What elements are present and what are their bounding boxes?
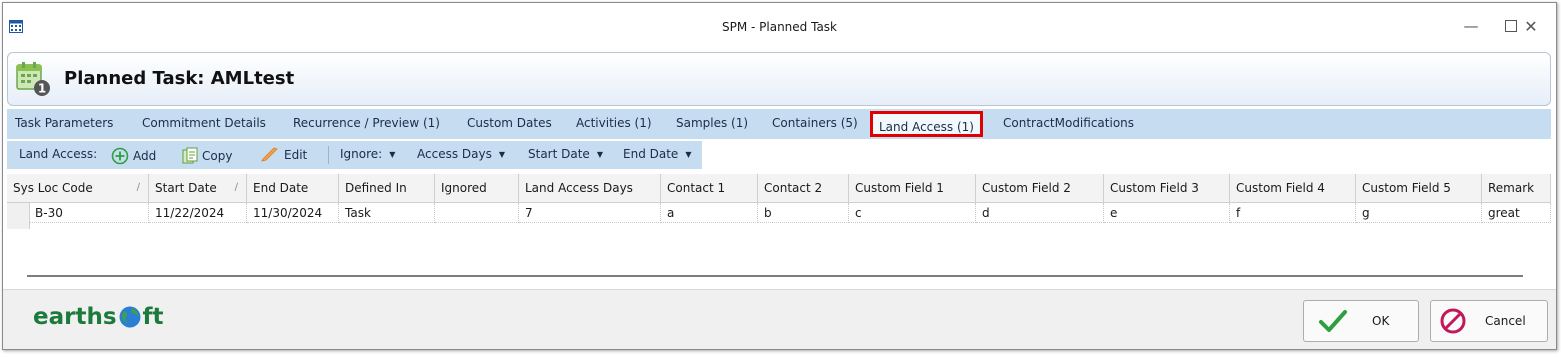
chevron-down-icon: ▼ — [389, 149, 396, 159]
column-header-custom-field-3[interactable]: Custom Field 3 — [1104, 174, 1230, 202]
cell-custom-field-1[interactable]: c — [849, 203, 976, 223]
tab-recurrence-preview[interactable]: Recurrence / Preview (1) — [293, 116, 440, 130]
column-header-start-date[interactable]: Start Date ∕ — [149, 174, 247, 202]
tab-strip: Task Parameters Commitment Details Recur… — [7, 109, 1551, 139]
minimize-button[interactable]: — — [1451, 13, 1491, 39]
add-button[interactable]: Add — [111, 147, 156, 165]
chevron-down-icon: ▼ — [685, 149, 692, 159]
toolbar-section-label: Land Access: — [19, 147, 98, 161]
title-bar: SPM - Planned Task — ✕ — [3, 3, 1556, 49]
grid-header-row: Sys Loc Code ∕ Start Date ∕ End Date Defin… — [7, 174, 1551, 203]
column-header-custom-field-4[interactable]: Custom Field 4 — [1230, 174, 1356, 202]
tab-contract-modifications[interactable]: ContractModifications — [1003, 116, 1134, 130]
cell-custom-field-5[interactable]: g — [1356, 203, 1482, 223]
cell-start-date[interactable]: 11/22/2024 — [149, 203, 247, 223]
cell-end-date[interactable]: 11/30/2024 — [247, 203, 339, 223]
ok-button[interactable]: OK — [1303, 300, 1419, 342]
checkmark-icon — [1319, 310, 1347, 332]
copy-button[interactable]: Copy — [182, 147, 232, 165]
planned-task-calendar-icon: 1 — [16, 62, 50, 96]
tab-samples[interactable]: Samples (1) — [676, 116, 748, 130]
column-header-end-date[interactable]: End Date — [247, 174, 339, 202]
cancel-button[interactable]: Cancel — [1430, 300, 1548, 342]
earthsoft-logo: earths ft — [33, 304, 164, 330]
cell-custom-field-4[interactable]: f — [1230, 203, 1356, 223]
tab-task-parameters[interactable]: Task Parameters — [15, 116, 113, 130]
dialog-footer: earths ft OK Cancel — [3, 289, 1556, 349]
column-header-ignored[interactable]: Ignored — [435, 174, 519, 202]
tab-custom-dates[interactable]: Custom Dates — [467, 116, 552, 130]
tab-land-access[interactable]: Land Access (1) — [870, 111, 983, 137]
access-days-dropdown[interactable]: Access Days ▼ — [417, 147, 505, 161]
add-icon — [111, 147, 129, 165]
close-button[interactable]: ✕ — [1511, 13, 1551, 39]
sort-indicator-icon: ∕ — [234, 182, 238, 193]
cell-defined-in[interactable]: Task — [339, 203, 435, 223]
column-header-contact-2[interactable]: Contact 2 — [758, 174, 849, 202]
column-header-land-access-days[interactable]: Land Access Days — [519, 174, 661, 202]
end-date-label: End Date — [623, 147, 679, 161]
minimize-icon: — — [1463, 17, 1479, 35]
cell-land-access-days[interactable]: 7 — [519, 203, 661, 223]
planned-task-window: SPM - Planned Task — ✕ 1 Planned Task: A… — [2, 2, 1557, 350]
cell-remark[interactable]: great — [1482, 203, 1551, 223]
column-header-custom-field-5[interactable]: Custom Field 5 — [1356, 174, 1482, 202]
edit-label: Edit — [284, 148, 308, 162]
pencil-icon — [261, 147, 278, 162]
column-header-custom-field-1[interactable]: Custom Field 1 — [849, 174, 976, 202]
window-title: SPM - Planned Task — [721, 20, 837, 34]
tab-activities[interactable]: Activities (1) — [576, 116, 652, 130]
tab-containers[interactable]: Containers (5) — [772, 116, 858, 130]
access-days-label: Access Days — [417, 147, 492, 161]
copy-icon — [182, 147, 198, 164]
column-header-sys-loc-code[interactable]: Sys Loc Code ∕ — [7, 174, 149, 202]
toolbar-divider — [328, 146, 329, 164]
start-date-label: Start Date — [528, 147, 590, 161]
column-header-custom-field-2[interactable]: Custom Field 2 — [976, 174, 1104, 202]
cell-sys-loc-code[interactable]: B-30 — [29, 203, 149, 223]
cancel-prohibited-icon — [1440, 308, 1466, 334]
table-row[interactable]: B-30 11/22/2024 11/30/2024 Task 7 a b c … — [7, 203, 1551, 223]
page-title: Planned Task: AMLtest — [64, 68, 295, 89]
land-access-toolbar: Land Access: Add Copy Edit Ignore: ▼ Acc… — [7, 141, 702, 169]
column-header-defined-in[interactable]: Defined In — [339, 174, 435, 202]
task-header-panel: 1 Planned Task: AMLtest — [7, 52, 1551, 106]
cancel-label: Cancel — [1485, 314, 1526, 328]
svg-text:1: 1 — [38, 82, 46, 96]
column-header-remark[interactable]: Remark — [1482, 174, 1551, 202]
end-date-dropdown[interactable]: End Date ▼ — [623, 147, 691, 161]
close-icon: ✕ — [1524, 16, 1538, 36]
start-date-dropdown[interactable]: Start Date ▼ — [528, 147, 603, 161]
add-label: Add — [133, 149, 157, 163]
ok-label: OK — [1372, 314, 1390, 328]
cell-ignored[interactable] — [435, 203, 519, 223]
cell-contact-2[interactable]: b — [758, 203, 849, 223]
tab-commitment-details[interactable]: Commitment Details — [142, 116, 266, 130]
chevron-down-icon: ▼ — [596, 149, 603, 159]
globe-icon — [119, 306, 141, 328]
edit-button[interactable]: Edit — [260, 147, 307, 163]
chevron-down-icon: ▼ — [498, 149, 505, 159]
copy-label: Copy — [202, 149, 233, 163]
column-header-contact-1[interactable]: Contact 1 — [661, 174, 758, 202]
cell-custom-field-3[interactable]: e — [1104, 203, 1230, 223]
ignore-dropdown[interactable]: Ignore: ▼ — [340, 147, 395, 161]
horizontal-scrollbar[interactable] — [27, 275, 1523, 277]
sort-indicator-icon: ∕ — [136, 182, 140, 193]
cell-custom-field-2[interactable]: d — [976, 203, 1104, 223]
cell-contact-1[interactable]: a — [661, 203, 758, 223]
ignore-label: Ignore: — [340, 147, 383, 161]
land-access-grid: Sys Loc Code ∕ Start Date ∕ End Date Defin… — [7, 174, 1551, 269]
